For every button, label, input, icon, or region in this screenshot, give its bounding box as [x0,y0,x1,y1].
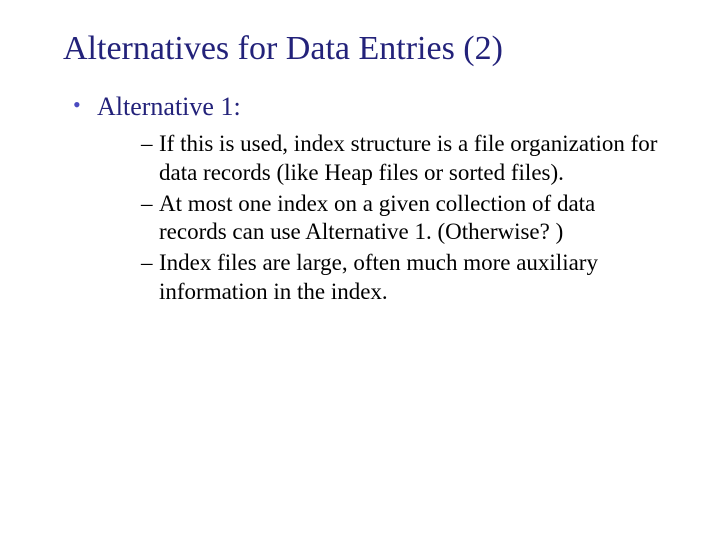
slide-title: Alternatives for Data Entries (2) [63,30,665,68]
bullet-list: Alternative 1: If this is used, index st… [73,92,665,307]
sub-item: At most one index on a given collection … [141,190,665,248]
bullet-item: Alternative 1: If this is used, index st… [73,92,665,307]
bullet-label: Alternative 1: [97,92,241,121]
sub-item: Index files are large, often much more a… [141,249,665,307]
sub-item: If this is used, index structure is a fi… [141,130,665,188]
sub-list: If this is used, index structure is a fi… [141,130,665,307]
